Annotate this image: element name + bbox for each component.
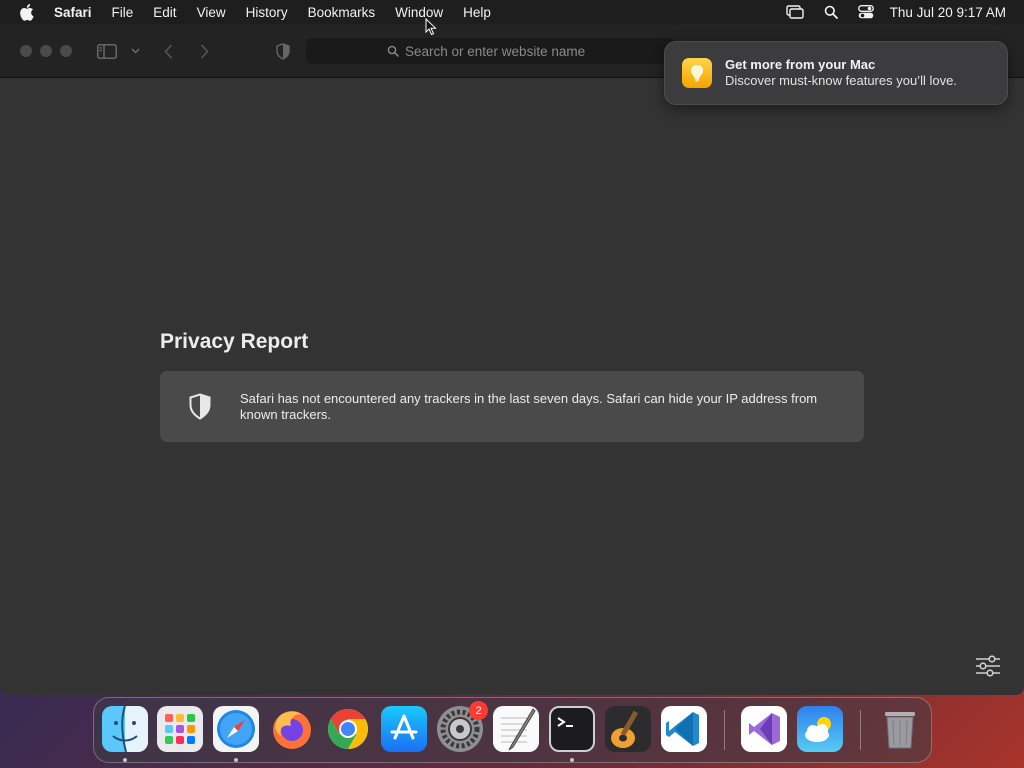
notification-badge: 2 xyxy=(469,701,488,720)
privacy-report-card: Safari has not encountered any trackers … xyxy=(160,371,864,442)
dock-separator xyxy=(724,710,725,750)
menu-window[interactable]: Window xyxy=(385,5,453,20)
dock: 2 xyxy=(93,697,932,763)
address-input[interactable] xyxy=(405,43,595,59)
menu-edit[interactable]: Edit xyxy=(143,5,186,20)
zoom-window-button[interactable] xyxy=(60,45,72,57)
vscode-icon[interactable] xyxy=(661,706,707,752)
apple-menu-icon[interactable] xyxy=(18,3,38,21)
lightbulb-icon xyxy=(682,58,712,88)
weather-icon[interactable] xyxy=(797,706,843,752)
notification-body: Discover must-know features you’ll love. xyxy=(725,73,957,88)
visual-studio-icon[interactable] xyxy=(741,706,787,752)
search-icon xyxy=(387,45,399,57)
mouse-cursor-icon xyxy=(425,17,437,41)
address-bar[interactable] xyxy=(306,38,676,64)
launchpad-icon[interactable] xyxy=(157,706,203,752)
menu-history[interactable]: History xyxy=(236,5,298,20)
safari-icon[interactable] xyxy=(213,706,259,752)
menu-help[interactable]: Help xyxy=(453,5,501,20)
finder-icon[interactable] xyxy=(102,706,148,752)
safari-running-indicator xyxy=(234,758,238,762)
notification-title: Get more from your Mac xyxy=(725,57,876,72)
menu-bookmarks[interactable]: Bookmarks xyxy=(298,5,386,20)
shield-icon xyxy=(160,393,240,420)
terminal-icon[interactable] xyxy=(549,706,595,752)
chevron-down-icon[interactable] xyxy=(128,44,142,58)
safari-window: Privacy Report Safari has not encountere… xyxy=(0,24,1024,695)
menu-bar: Safari File Edit View History Bookmarks … xyxy=(0,0,1024,24)
sliders-icon[interactable] xyxy=(972,652,1004,680)
spotlight-search-icon[interactable] xyxy=(824,5,838,19)
menu-file[interactable]: File xyxy=(102,5,144,20)
menu-app-name[interactable]: Safari xyxy=(52,5,102,20)
trash-icon[interactable] xyxy=(877,706,923,752)
garageband-icon[interactable] xyxy=(605,706,651,752)
minimize-window-button[interactable] xyxy=(40,45,52,57)
dock-separator xyxy=(860,710,861,750)
notification-banner[interactable]: Get more from your Mac Discover must-kno… xyxy=(664,41,1008,105)
finder-running-indicator xyxy=(123,758,127,762)
screen-mirroring-icon[interactable] xyxy=(785,5,804,19)
privacy-report-message: Safari has not encountered any trackers … xyxy=(240,390,818,422)
firefox-icon[interactable] xyxy=(269,706,315,752)
app-store-icon[interactable] xyxy=(381,706,427,752)
control-center-icon[interactable] xyxy=(857,5,874,19)
privacy-shield-icon[interactable] xyxy=(274,41,292,61)
chrome-icon[interactable] xyxy=(325,706,371,752)
menu-bar-clock[interactable]: Thu Jul 20 9:17 AM xyxy=(890,5,1006,20)
terminal-running-indicator xyxy=(570,758,574,762)
back-button-icon[interactable] xyxy=(160,42,176,60)
forward-button-icon[interactable] xyxy=(196,42,212,60)
textedit-icon[interactable] xyxy=(493,706,539,752)
sidebar-toggle-icon[interactable] xyxy=(96,42,118,60)
close-window-button[interactable] xyxy=(20,45,32,57)
privacy-report-title: Privacy Report xyxy=(160,330,309,353)
menu-view[interactable]: View xyxy=(187,5,236,20)
